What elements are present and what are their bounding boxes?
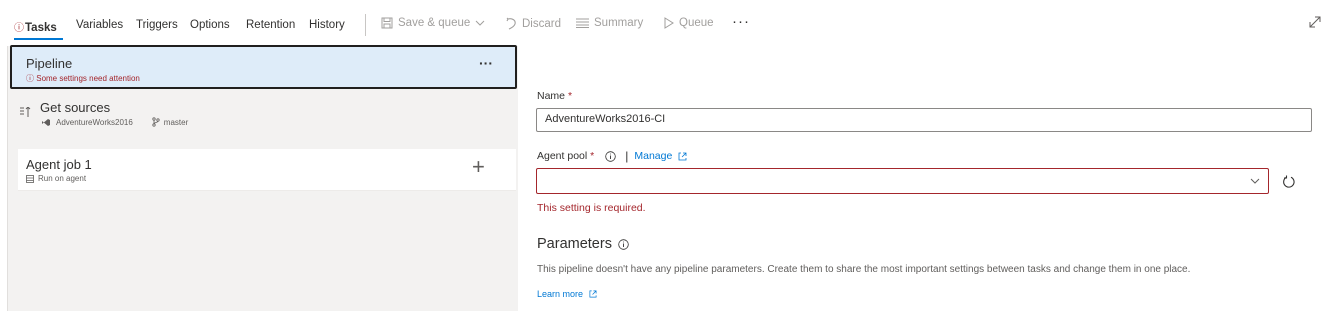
toolbar: ⓘTasks Variables Triggers Options Retent… [0, 0, 1329, 46]
play-icon [664, 17, 674, 29]
save-queue-button[interactable]: Save & queue [381, 17, 485, 29]
divider: | [625, 149, 629, 163]
agent-job-subtitle: Run on agent [26, 174, 86, 183]
agent-pool-select[interactable] [536, 168, 1269, 194]
error-circle-icon: ⓘ [14, 23, 24, 34]
agent-pool-label-text: Agent pool [537, 150, 588, 162]
name-label-text: Name [537, 90, 566, 102]
tab-retention[interactable]: Retention [246, 19, 295, 31]
queue-label: Queue [679, 17, 714, 29]
pipeline-row[interactable]: Pipeline ⓘ Some settings need attention … [10, 45, 517, 89]
pipeline-status-text: Some settings need attention [36, 74, 140, 83]
learn-more-link[interactable]: Learn more [537, 289, 597, 299]
manage-link[interactable]: Manage [634, 150, 672, 162]
pipeline-more-button[interactable]: ··· [479, 55, 493, 71]
source-control-icon [20, 107, 31, 117]
name-label: Name * [537, 90, 572, 102]
save-icon [381, 17, 393, 29]
refresh-icon [1283, 175, 1295, 188]
get-sources-row[interactable]: Get sources AdventureWorks2016 master [8, 91, 518, 135]
tab-options[interactable]: Options [190, 19, 230, 31]
chevron-down-icon [475, 20, 485, 26]
learn-more-text: Learn more [537, 289, 584, 299]
chevron-down-icon [1250, 178, 1260, 184]
parameters-heading: Parameters [537, 236, 629, 252]
external-link-icon [678, 152, 687, 161]
active-tab-indicator [14, 38, 63, 40]
tab-tasks-label: Tasks [25, 22, 57, 34]
summary-button[interactable]: Summary [576, 17, 643, 29]
tab-tasks[interactable]: ⓘTasks [14, 19, 57, 34]
agent-pool-label: Agent pool * | Manage [537, 149, 687, 163]
agent-job-subtitle-text: Run on agent [38, 174, 87, 183]
undo-icon [506, 17, 516, 30]
tab-history[interactable]: History [309, 19, 345, 31]
info-icon[interactable] [605, 150, 616, 162]
discard-button[interactable]: Discard [505, 17, 561, 30]
expand-icon[interactable] [1309, 16, 1321, 28]
external-link-icon [589, 290, 597, 298]
left-edge [0, 46, 8, 311]
discard-label: Discard [522, 17, 561, 30]
server-icon [26, 174, 34, 183]
name-input[interactable]: AdventureWorks2016-CI [536, 108, 1312, 132]
save-queue-label: Save & queue [398, 17, 471, 29]
list-icon [576, 18, 589, 28]
parameters-title: Parameters [537, 236, 612, 252]
required-mark: * [567, 90, 573, 102]
get-sources-title: Get sources [40, 100, 111, 115]
branch-name: master [163, 117, 189, 127]
queue-button[interactable]: Queue [664, 17, 714, 29]
repo-name: AdventureWorks2016 [56, 117, 133, 127]
refresh-button[interactable] [1277, 170, 1301, 194]
required-mark: * [590, 150, 595, 162]
get-sources-details: AdventureWorks2016 master [41, 117, 188, 127]
parameters-description: This pipeline doesn't have any pipeline … [537, 264, 1191, 275]
info-icon[interactable] [618, 238, 629, 250]
tab-variables[interactable]: Variables [76, 19, 123, 31]
agent-job-row[interactable]: Agent job 1 Run on agent + [18, 149, 516, 191]
visual-studio-icon [42, 118, 50, 126]
pipeline-title: Pipeline [26, 56, 73, 71]
toolbar-more-button[interactable]: ··· [732, 13, 750, 30]
branch-icon [152, 117, 160, 127]
error-circle-icon: ⓘ [26, 74, 34, 83]
tab-triggers[interactable]: Triggers [136, 19, 178, 31]
summary-label: Summary [594, 17, 644, 29]
pipeline-status: ⓘ Some settings need attention [26, 73, 140, 84]
toolbar-divider [365, 14, 366, 36]
agent-pool-error: This setting is required. [537, 202, 646, 214]
agent-job-title: Agent job 1 [26, 157, 92, 172]
add-task-button[interactable]: + [472, 156, 485, 178]
